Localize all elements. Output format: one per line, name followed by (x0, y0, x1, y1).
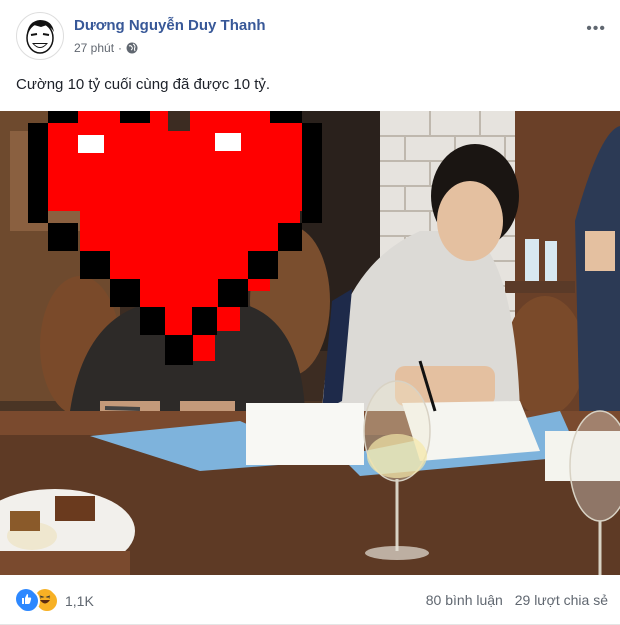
reaction-count[interactable]: 1,1K (65, 593, 94, 609)
avatar-cartoon-face (18, 14, 62, 58)
globe-icon[interactable] (126, 42, 138, 54)
more-options-icon[interactable]: ••• (586, 20, 606, 38)
post-time[interactable]: 27 phút (74, 41, 114, 55)
engagement-stats: 80 bình luận 29 lượt chia sẻ (426, 592, 608, 608)
like-icon (16, 589, 40, 613)
post-meta: 27 phút · (74, 41, 138, 55)
post-caption: Cường 10 tỷ cuối cùng đã được 10 tỷ. (16, 76, 271, 93)
avatar[interactable] (16, 12, 64, 60)
author-name[interactable]: Dương Nguyễn Duy Thanh (74, 17, 266, 34)
photo-scene (0, 111, 620, 575)
post-photo[interactable] (0, 111, 620, 575)
facebook-post: Dương Nguyễn Duy Thanh 27 phút · ••• Cườ… (0, 0, 620, 625)
post-footer: 1,1K 80 bình luận 29 lượt chia sẻ (0, 575, 620, 625)
comment-count[interactable]: 80 bình luận (426, 592, 503, 608)
reactions-summary[interactable]: 1,1K (16, 589, 94, 613)
post-header: Dương Nguyễn Duy Thanh 27 phút · ••• (16, 12, 606, 60)
share-count[interactable]: 29 lượt chia sẻ (515, 592, 608, 608)
